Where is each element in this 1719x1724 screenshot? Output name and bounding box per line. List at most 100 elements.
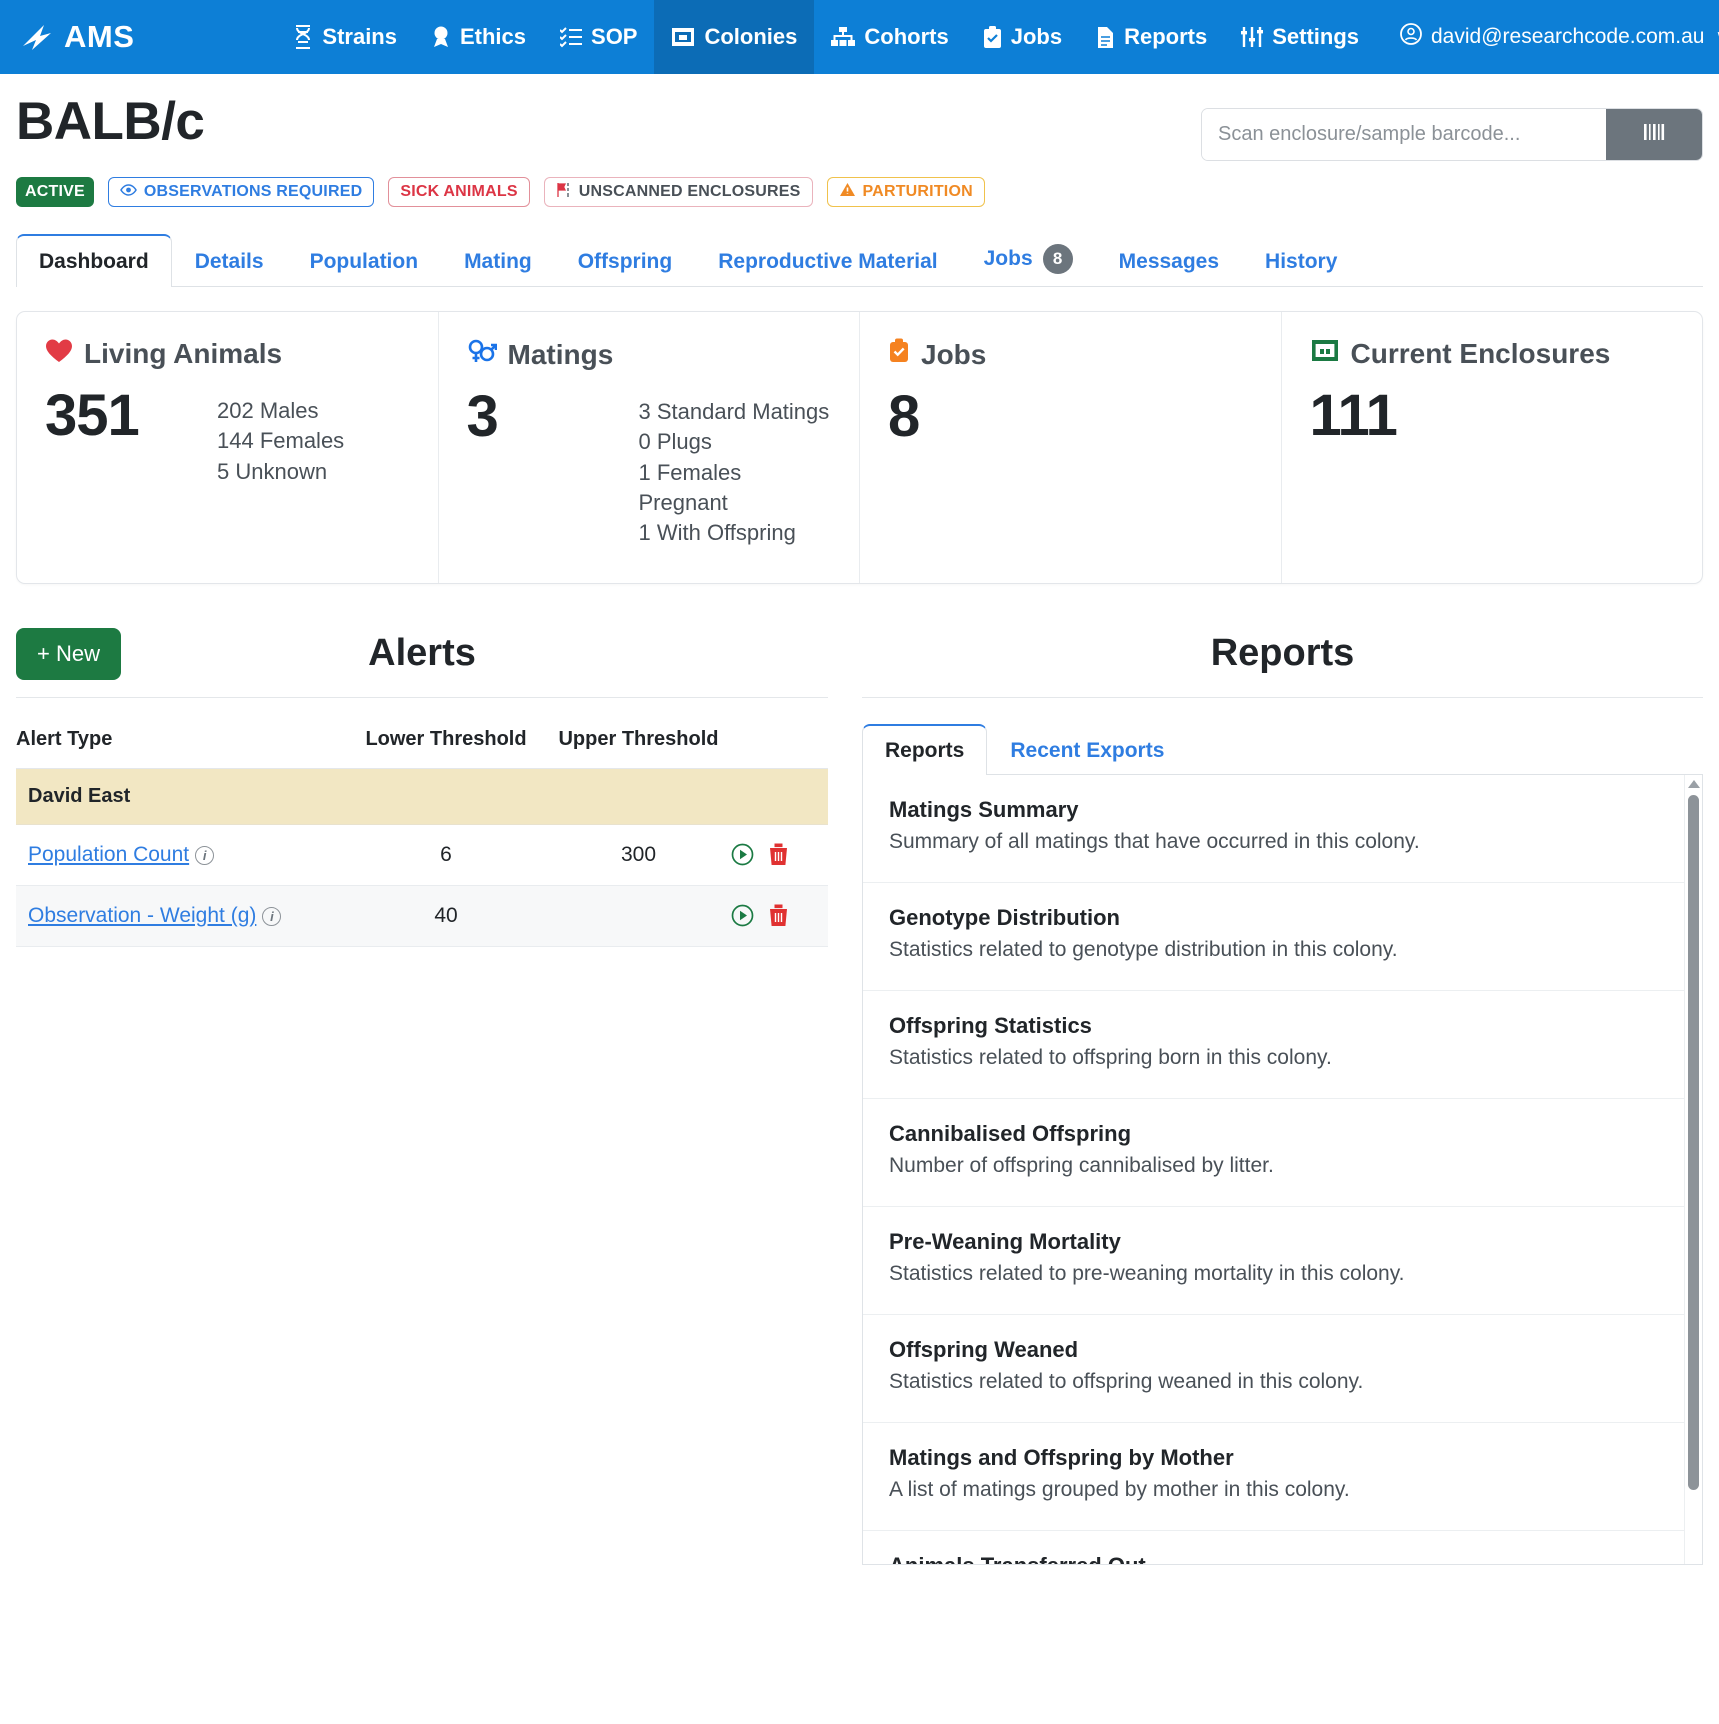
alert-type-link[interactable]: Population Count xyxy=(16,843,189,866)
nav-item-cohorts[interactable]: Cohorts xyxy=(814,0,965,74)
upper-threshold-cell: 300 xyxy=(546,824,731,886)
card-value: 3 xyxy=(466,384,499,449)
tab-offspring[interactable]: Offspring xyxy=(555,235,696,287)
column-actions xyxy=(731,701,828,769)
table-row[interactable]: Observation - Weight (g) i 40 xyxy=(16,885,828,947)
badge-label: PARTURITION xyxy=(862,183,973,200)
brand-logo[interactable]: AMS xyxy=(0,0,156,74)
alert-type-cell: Population Count i xyxy=(16,824,346,886)
heart-icon xyxy=(45,338,73,370)
nav-item-strains[interactable]: Strains xyxy=(276,0,414,74)
tab-details[interactable]: Details xyxy=(172,235,287,287)
card-living-animals: Living Animals 351 202 Males 144 Females… xyxy=(17,312,439,583)
card-current-enclosures: Current Enclosures 111 xyxy=(1282,312,1703,583)
award-icon xyxy=(431,25,451,49)
user-email: david@researchcode.com.au xyxy=(1431,25,1705,48)
report-name: Offspring Weaned xyxy=(889,1336,1079,1362)
badge-label: OBSERVATIONS REQUIRED xyxy=(143,183,363,200)
alerts-group-label: David East xyxy=(16,768,828,825)
info-icon[interactable]: i xyxy=(262,906,282,926)
list-item[interactable]: Animals Transferred Out A list of animal… xyxy=(863,1531,1702,1564)
card-detail-line: 144 Females xyxy=(217,428,345,454)
nav-item-reports[interactable]: Reports xyxy=(1079,0,1224,74)
sliders-icon xyxy=(1241,26,1264,48)
report-description: Statistics related to offspring weaned i… xyxy=(889,1369,1364,1393)
actions-cell xyxy=(731,824,828,886)
card-header: Jobs xyxy=(888,338,1253,371)
alerts-title: Alerts xyxy=(368,631,476,674)
list-item[interactable]: Matings Summary Summary of all matings t… xyxy=(863,775,1702,883)
nav-item-sop[interactable]: SOP xyxy=(543,0,654,74)
nav-label: Colonies xyxy=(704,24,798,49)
play-icon[interactable] xyxy=(731,904,754,927)
card-detail-line: 202 Males xyxy=(217,398,319,423)
report-description: Statistics related to offspring born in … xyxy=(889,1045,1332,1069)
card-value: 351 xyxy=(45,383,140,448)
nav-item-colonies[interactable]: Colonies xyxy=(654,0,815,74)
list-item[interactable]: Genotype Distribution Statistics related… xyxy=(863,883,1702,991)
tab-reproductive-material[interactable]: Reproductive Material xyxy=(695,235,960,287)
tab-label: Reproductive Material xyxy=(718,250,938,273)
list-item[interactable]: Matings and Offspring by Mother A list o… xyxy=(863,1423,1702,1531)
card-detail-line: 0 Plugs xyxy=(638,429,712,455)
info-icon[interactable]: i xyxy=(195,845,215,865)
barcode-search-input[interactable] xyxy=(1202,109,1606,160)
status-badges: ACTIVE OBSERVATIONS REQUIRED SICK ANIMAL… xyxy=(16,177,1703,207)
subtab-reports[interactable]: Reports xyxy=(862,723,988,775)
card-details: 3 Standard Matings 0 Plugs 1 Females Pre… xyxy=(639,387,832,549)
reports-list[interactable]: Matings Summary Summary of all matings t… xyxy=(862,774,1703,1565)
new-alert-button[interactable]: + New xyxy=(16,627,121,680)
list-item[interactable]: Cannibalised Offspring Number of offspri… xyxy=(863,1099,1702,1207)
status-badge-active: ACTIVE xyxy=(16,177,94,207)
page-title: BALB/c xyxy=(16,92,205,151)
list-item[interactable]: Offspring Statistics Statistics related … xyxy=(863,991,1702,1099)
nav-item-ethics[interactable]: Ethics xyxy=(414,0,543,74)
clipboard-check-icon xyxy=(983,25,1002,49)
barcode-scan-box xyxy=(1201,108,1703,161)
tab-jobs[interactable]: Jobs 8 xyxy=(961,229,1096,287)
list-item[interactable]: Offspring Weaned Statistics related to o… xyxy=(863,1315,1702,1423)
status-badge-observations-required[interactable]: OBSERVATIONS REQUIRED xyxy=(107,177,375,207)
card-header: Matings xyxy=(467,338,832,371)
brand-label: AMS xyxy=(64,19,135,54)
status-badge-sick-animals[interactable]: SICK ANIMALS xyxy=(388,177,530,207)
nav-label: Strains xyxy=(322,24,397,49)
tab-dashboard[interactable]: Dashboard xyxy=(16,234,172,287)
scrollbar-thumb[interactable] xyxy=(1688,794,1699,1490)
card-value: 8 xyxy=(888,384,920,449)
alert-type-link[interactable]: Observation - Weight (g) xyxy=(16,904,256,927)
tab-mating[interactable]: Mating xyxy=(441,235,555,287)
status-badge-parturition[interactable]: PARTURITION xyxy=(826,177,985,207)
dna-icon xyxy=(293,25,313,49)
card-details: 202 Males 144 Females 5 Unknown xyxy=(217,386,344,487)
tab-population[interactable]: Population xyxy=(287,235,442,287)
scroll-up-arrow-icon[interactable] xyxy=(1688,779,1700,788)
user-menu[interactable]: david@researchcode.com.au ∨ xyxy=(1376,0,1719,74)
report-name: Pre-Weaning Mortality xyxy=(889,1228,1121,1254)
trash-icon[interactable] xyxy=(768,843,789,866)
play-icon[interactable] xyxy=(731,843,754,866)
barcode-scan-button[interactable] xyxy=(1606,109,1702,160)
lower-threshold-cell: 6 xyxy=(346,824,546,886)
report-description: Summary of all matings that have occurre… xyxy=(889,829,1420,853)
tab-history[interactable]: History xyxy=(1242,235,1360,287)
page-header: BALB/c xyxy=(16,74,1703,161)
tab-messages[interactable]: Messages xyxy=(1096,235,1242,287)
column-upper-threshold: Upper Threshold xyxy=(546,701,731,769)
list-item[interactable]: Pre-Weaning Mortality Statistics related… xyxy=(863,1207,1702,1315)
subtab-recent-exports[interactable]: Recent Exports xyxy=(987,725,1187,775)
column-lower-threshold: Lower Threshold xyxy=(346,701,546,769)
report-name: Matings and Offspring by Mother xyxy=(889,1444,1234,1470)
trash-icon[interactable] xyxy=(768,904,789,927)
nav-item-jobs[interactable]: Jobs xyxy=(966,0,1079,74)
user-circle-icon xyxy=(1400,23,1422,51)
alerts-table: Alert Type Lower Threshold Upper Thresho… xyxy=(16,701,828,947)
nav-label: Reports xyxy=(1124,24,1208,49)
report-description: Number of offspring cannibalised by litt… xyxy=(889,1153,1274,1177)
chevron-down-icon[interactable]: ∨ xyxy=(1715,27,1719,47)
barcode-icon xyxy=(1641,121,1667,148)
nav-item-settings[interactable]: Settings xyxy=(1224,0,1376,74)
status-badge-unscanned-enclosures[interactable]: UNSCANNED ENCLOSURES xyxy=(543,177,813,207)
table-row[interactable]: Population Count i 6 300 xyxy=(16,824,828,886)
reports-scrollbar[interactable] xyxy=(1684,774,1702,1564)
